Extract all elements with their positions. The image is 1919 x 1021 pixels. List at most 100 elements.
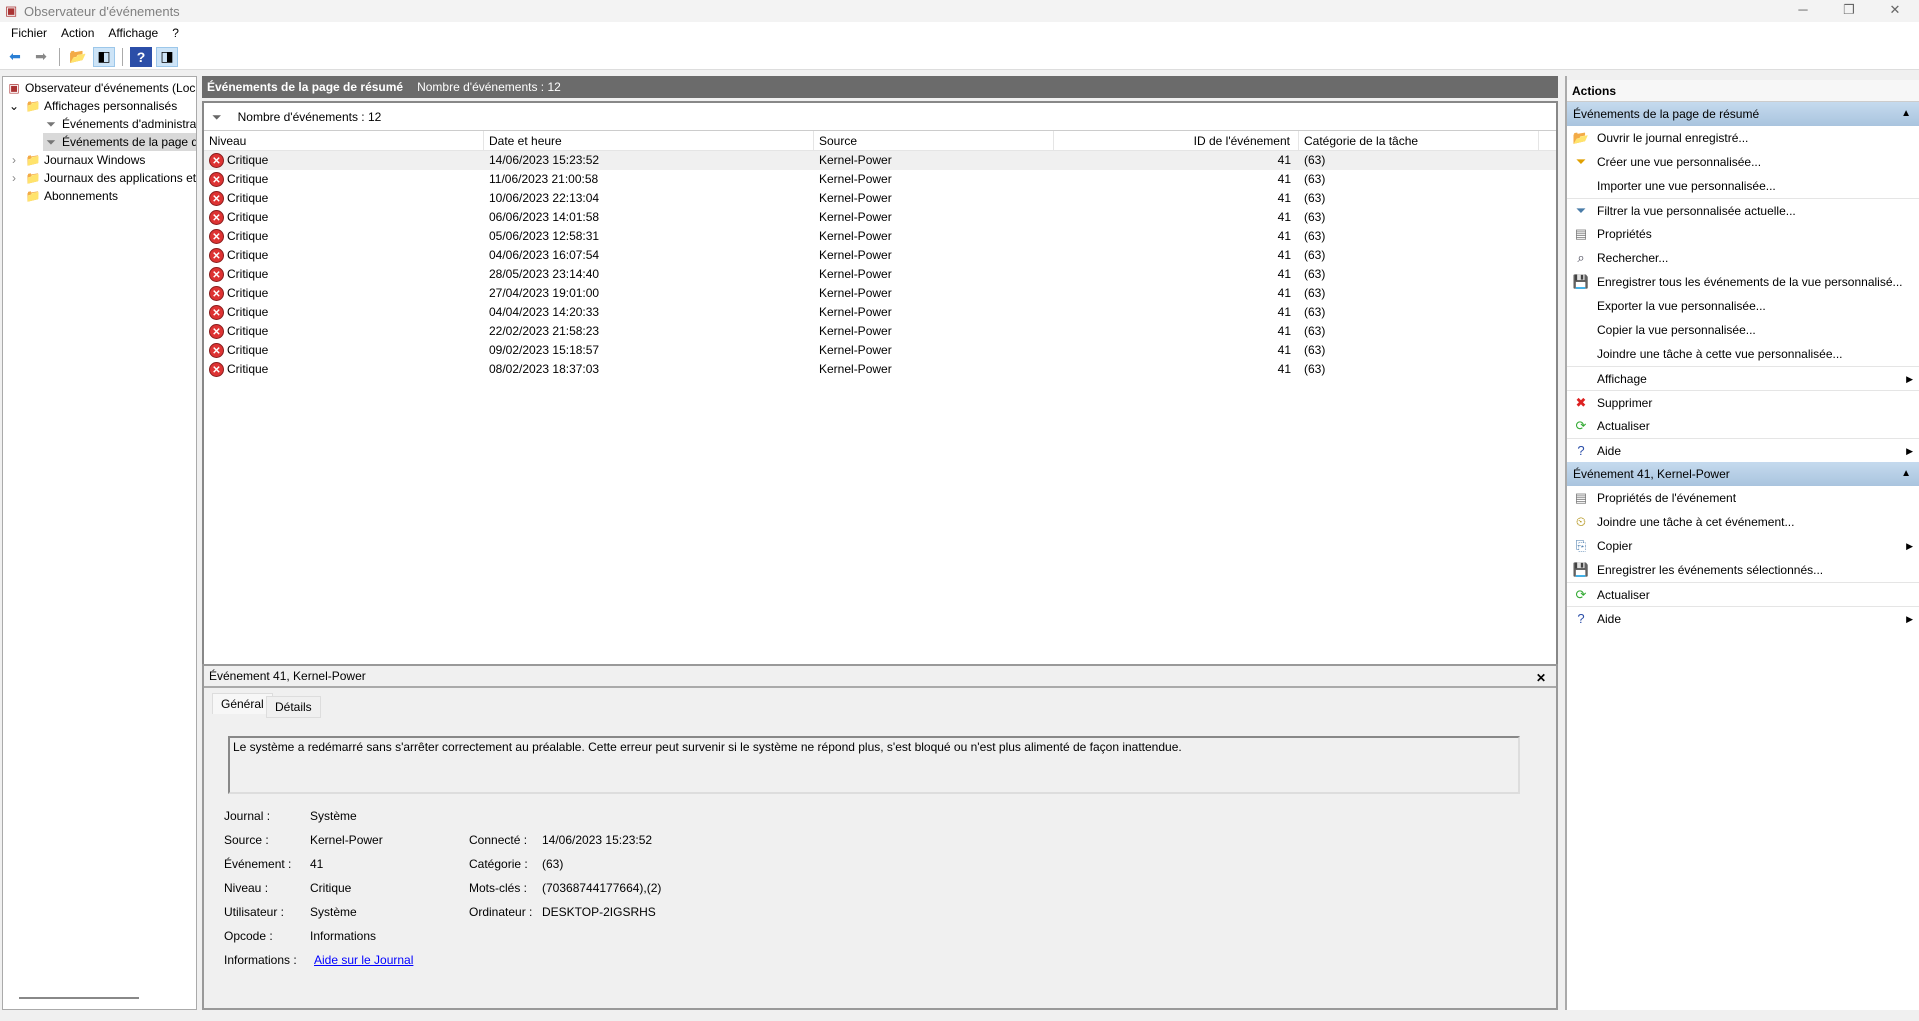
action-item[interactable]: 📂 Ouvrir le journal enregistré... [1567, 126, 1919, 150]
cell-category: (63) [1304, 267, 1326, 281]
restore-button[interactable]: ❐ [1829, 2, 1869, 18]
minimize-button[interactable]: ─ [1783, 2, 1823, 17]
table-row[interactable]: ✕ Critique 04/04/2023 14:20:33 Kernel-Pow… [204, 303, 1556, 322]
table-row[interactable]: ✕ Critique 27/04/2023 19:01:00 Kernel-Pow… [204, 284, 1556, 303]
event-rows: ✕ Critique 14/06/2023 15:23:52 Kernel-Pow… [204, 151, 1556, 379]
action-item[interactable]: ? Aide ▶ [1567, 438, 1919, 462]
back-arrow-icon[interactable]: ⬅ [4, 47, 26, 67]
column-date[interactable]: Date et heure [484, 131, 814, 150]
tree-windows-logs[interactable]: › 📁 Journaux Windows [6, 151, 145, 169]
tree-root[interactable]: ▣ Observateur d'événements (Local) [6, 79, 196, 97]
action-item[interactable]: 💾 Enregistrer tous les événements de la v… [1567, 270, 1919, 294]
up-folder-icon[interactable]: 📂 [67, 47, 89, 67]
expand-chevron-icon[interactable]: › [6, 169, 22, 187]
expand-chevron-icon[interactable]: › [6, 151, 22, 169]
action-item[interactable]: ⏷ Filtrer la vue personnalisée actuelle..… [1567, 198, 1919, 222]
folder-icon: 📁 [25, 189, 41, 203]
table-row[interactable]: ✕ Critique 05/06/2023 12:58:31 Kernel-Pow… [204, 227, 1556, 246]
actions-section-event[interactable]: Événement 41, Kernel-Power ▲ [1567, 462, 1919, 486]
field-value: Système [310, 809, 357, 823]
field-value: (63) [542, 857, 564, 871]
table-row[interactable]: ✕ Critique 06/06/2023 14:01:58 Kernel-Pow… [204, 208, 1556, 227]
cell-level: ✕ Critique [204, 265, 484, 284]
menu-action[interactable]: Action [54, 22, 101, 44]
action-item[interactable]: ⟳ Actualiser [1567, 582, 1919, 606]
show-hide-actions-icon[interactable]: ◨ [156, 46, 178, 67]
event-message[interactable]: Le système a redémarré sans s'arrêter co… [228, 736, 1520, 794]
table-row[interactable]: ✕ Critique 08/02/2023 18:37:03 Kernel-Pow… [204, 360, 1556, 379]
column-level[interactable]: Niveau [204, 131, 484, 150]
tree-admin-events[interactable]: ⏷ Événements d'administration [43, 115, 196, 133]
menu-fichier[interactable]: Fichier [4, 22, 54, 44]
cell-event-id: 41 [1277, 172, 1291, 186]
section-title: Événements de la page de résumé [1573, 107, 1760, 121]
collapse-icon[interactable]: ▲ [1901, 102, 1911, 126]
table-row[interactable]: ✕ Critique 04/06/2023 16:07:54 Kernel-Pow… [204, 246, 1556, 265]
table-row[interactable]: ✕ Critique 11/06/2023 21:00:58 Kernel-Pow… [204, 170, 1556, 189]
action-item[interactable]: Copier la vue personnalisée... [1567, 318, 1919, 342]
action-label: Ouvrir le journal enregistré... [1597, 131, 1749, 145]
critical-icon: ✕ [209, 248, 224, 264]
action-item[interactable]: ⏲ Joindre une tâche à cet événement... [1567, 510, 1919, 534]
journal-help-link[interactable]: Aide sur le Journal [314, 953, 413, 967]
action-label: Enregistrer les événements sélectionnés.… [1597, 563, 1824, 577]
action-item[interactable]: ▤ Propriétés [1567, 222, 1919, 246]
action-item[interactable]: ? Aide ▶ [1567, 606, 1919, 630]
cell-category: (63) [1304, 362, 1326, 376]
level-text: Critique [227, 248, 269, 262]
create-filter-icon: ⏷ [1575, 154, 1587, 169]
action-item[interactable]: ▤ Propriétés de l'événement [1567, 486, 1919, 510]
table-row[interactable]: ✕ Critique 22/02/2023 21:58:23 Kernel-Pow… [204, 322, 1556, 341]
tree-summary-events[interactable]: ⏷ Événements de la page de résumé [43, 133, 196, 151]
tree-custom-views[interactable]: ⌄ 📁 Affichages personnalisés [6, 97, 177, 115]
action-item[interactable]: Joindre une tâche à cette vue personnali… [1567, 342, 1919, 366]
action-item[interactable]: Exporter la vue personnalisée... [1567, 294, 1919, 318]
field-value: 41 [310, 857, 324, 871]
collapse-icon[interactable]: ▲ [1901, 462, 1911, 486]
column-event-id[interactable]: ID de l'événement [1054, 131, 1299, 150]
action-label: Aide [1597, 612, 1622, 626]
action-item[interactable]: ⌕ Rechercher... [1567, 246, 1919, 270]
field-value: Kernel-Power [310, 833, 383, 847]
menu-affichage[interactable]: Affichage [101, 22, 165, 44]
table-row[interactable]: ✕ Critique 09/02/2023 15:18:57 Kernel-Pow… [204, 341, 1556, 360]
view-title: Événements de la page de résumé [207, 80, 404, 94]
folder-icon: 📁 [25, 99, 41, 113]
tree-subscriptions[interactable]: 📁 Abonnements [25, 187, 119, 205]
tab-general[interactable]: Général [212, 693, 273, 714]
action-item[interactable]: ⎘ Copier ▶ [1567, 534, 1919, 558]
cell-event-id: 41 [1277, 267, 1291, 281]
action-item[interactable]: ✖ Supprimer [1567, 390, 1919, 414]
action-item[interactable]: ⏷ Créer une vue personnalisée... [1567, 150, 1919, 174]
cell-date: 06/06/2023 14:01:58 [489, 210, 600, 224]
actions-section-summary[interactable]: Événements de la page de résumé ▲ [1567, 102, 1919, 126]
action-label: Propriétés de l'événement [1597, 491, 1737, 505]
show-hide-tree-icon[interactable]: ◧ [93, 46, 115, 67]
horizontal-scrollbar[interactable] [19, 997, 139, 999]
cell-source: Kernel-Power [819, 172, 892, 186]
toolbar-separator [122, 47, 123, 66]
help-icon[interactable]: ? [130, 46, 152, 67]
action-item[interactable]: Affichage ▶ [1567, 366, 1919, 390]
forward-arrow-icon[interactable]: ➡ [30, 47, 52, 67]
column-task-category[interactable]: Catégorie de la tâche [1299, 131, 1539, 150]
view-count: Nombre d'événements : 12 [417, 80, 561, 94]
column-source[interactable]: Source [814, 131, 1054, 150]
action-item[interactable]: ⟳ Actualiser [1567, 414, 1919, 438]
cell-category: (63) [1304, 248, 1326, 262]
tab-details[interactable]: Détails [266, 696, 321, 718]
filter-icon: ⏷ [212, 110, 222, 124]
action-item[interactable]: 💾 Enregistrer les événements sélectionnés… [1567, 558, 1919, 582]
expand-chevron-icon[interactable]: ⌄ [6, 97, 22, 115]
table-row[interactable]: ✕ Critique 10/06/2023 22:13:04 Kernel-Pow… [204, 189, 1556, 208]
critical-icon: ✕ [209, 343, 224, 359]
tree-app-logs[interactable]: ›📁Journaux des applications et de servic… [6, 169, 196, 187]
column-headers: Niveau Date et heure Source ID de l'évén… [204, 131, 1556, 151]
table-row[interactable]: ✕ Critique 28/05/2023 23:14:40 Kernel-Pow… [204, 265, 1556, 284]
close-detail-button[interactable]: ✕ [1536, 668, 1546, 688]
critical-icon: ✕ [209, 153, 224, 169]
action-item[interactable]: Importer une vue personnalisée... [1567, 174, 1919, 198]
close-button[interactable]: ✕ [1875, 2, 1915, 18]
table-row[interactable]: ✕ Critique 14/06/2023 15:23:52 Kernel-Pow… [204, 151, 1556, 170]
menu-help[interactable]: ? [165, 22, 186, 44]
